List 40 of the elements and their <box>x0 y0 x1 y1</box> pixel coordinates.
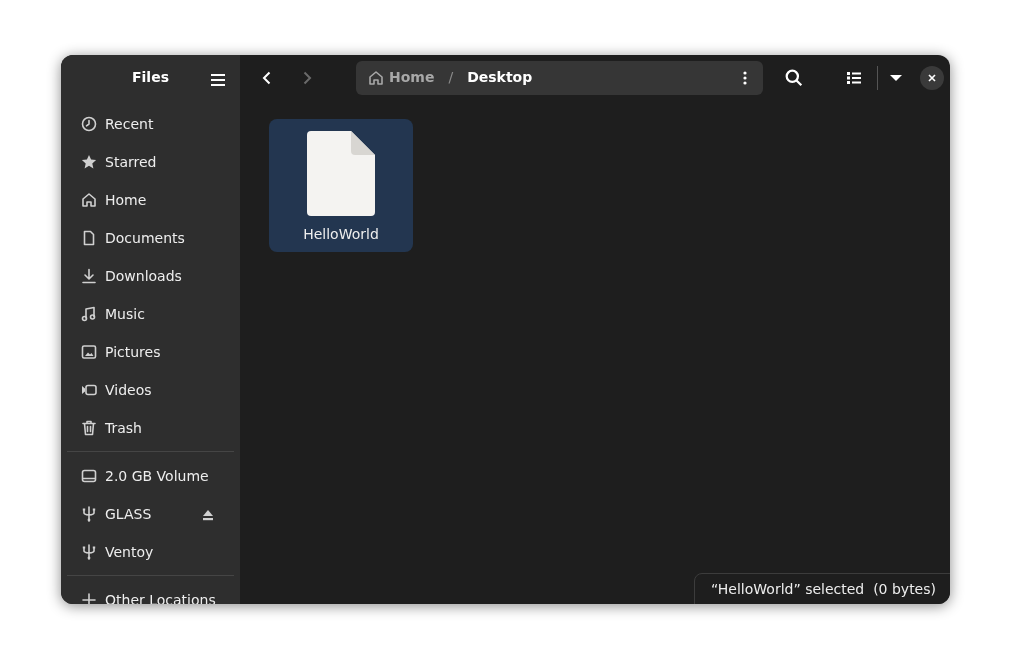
star-icon <box>81 154 97 170</box>
usb-icon <box>81 506 97 522</box>
close-button[interactable] <box>920 65 944 90</box>
path-separator: / <box>448 68 454 87</box>
status-bar: “HelloWorld” selected (0 bytes) <box>694 573 950 604</box>
home-icon <box>81 192 97 208</box>
sidebar-item[interactable]: 2.0 GB Volume <box>67 457 234 495</box>
sidebar-item[interactable]: Other Locations <box>67 581 234 604</box>
sidebar-item[interactable]: Documents <box>67 219 234 257</box>
trash-icon <box>81 420 97 436</box>
drive-icon <box>81 468 97 484</box>
music-note-icon <box>81 306 97 322</box>
sidebar-item[interactable]: Trash <box>67 409 234 447</box>
sidebar-item[interactable]: Ventoy <box>67 533 234 571</box>
search-icon <box>785 68 803 87</box>
sidebar-item[interactable]: Recent <box>67 105 234 143</box>
file-item[interactable]: HelloWorld <box>269 119 413 252</box>
document-icon <box>307 131 375 216</box>
sidebar-item[interactable]: Pictures <box>67 333 234 371</box>
clock-icon <box>81 116 97 132</box>
image-icon <box>81 344 97 360</box>
list-icon <box>846 69 862 86</box>
file-name: HelloWorld <box>303 225 379 244</box>
breadcrumb[interactable]: Home <box>368 67 435 88</box>
sidebar-item[interactable]: GLASS <box>67 495 234 533</box>
video-camera-icon <box>81 382 97 398</box>
menu-icon <box>210 72 226 88</box>
document-icon <box>81 230 97 246</box>
sidebar-item[interactable]: Starred <box>67 143 234 181</box>
sidebar-title: Files <box>132 68 169 87</box>
sidebar-item[interactable]: Home <box>67 181 234 219</box>
plus-icon <box>81 592 97 604</box>
sidebar-item[interactable]: Downloads <box>67 257 234 295</box>
home-icon <box>368 69 384 86</box>
breadcrumb[interactable]: Desktop <box>467 67 533 88</box>
sidebar-item[interactable]: Music <box>67 295 234 333</box>
download-icon <box>81 268 97 284</box>
sidebar-item[interactable]: Videos <box>67 371 234 409</box>
close-icon <box>926 71 938 84</box>
usb-icon <box>81 544 97 560</box>
